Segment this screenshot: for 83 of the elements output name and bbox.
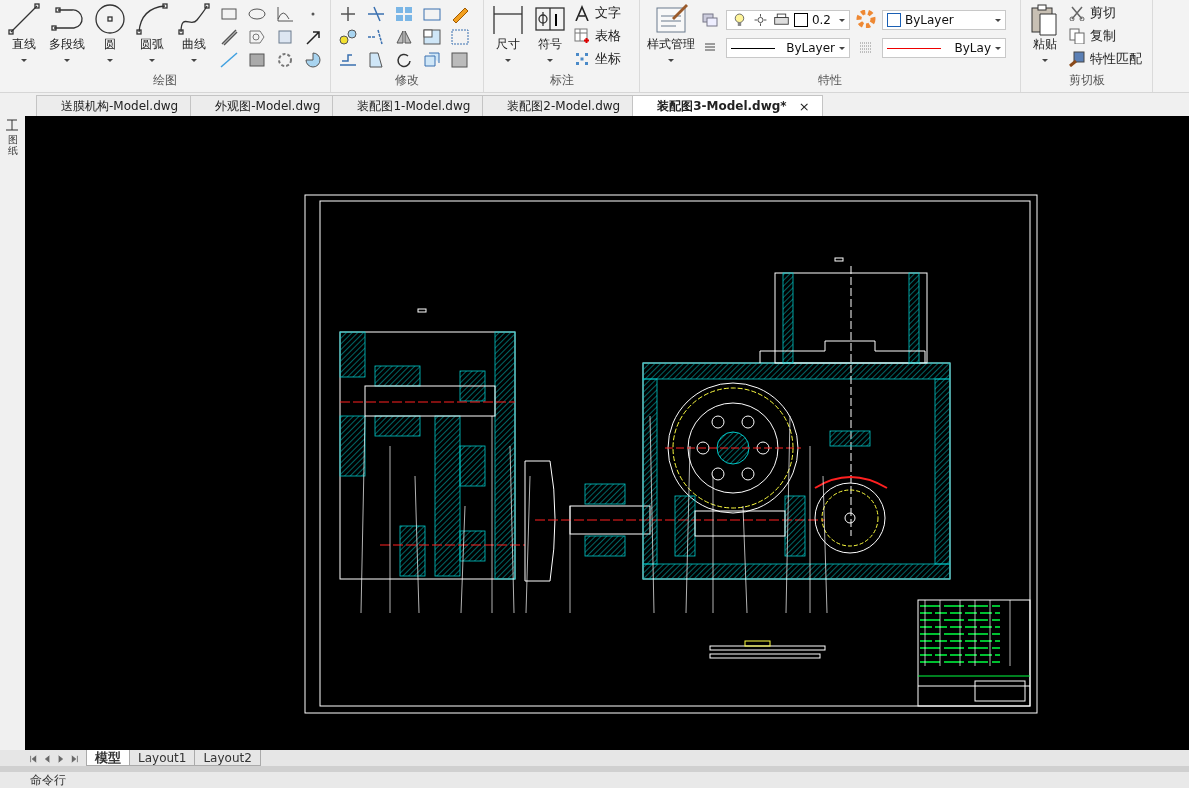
layer-name: 0.2 — [811, 13, 831, 27]
letter-icon — [574, 5, 590, 21]
tool-button[interactable]: 多段线 — [46, 2, 88, 62]
line-sample — [887, 47, 941, 49]
linetype-dropdown[interactable]: ByLayer — [726, 38, 850, 58]
tool-button[interactable]: 圆 — [90, 2, 130, 62]
point-icon — [311, 12, 315, 16]
dashed-square-icon — [450, 28, 470, 46]
scissors-icon — [1069, 5, 1085, 21]
tool-button[interactable]: 曲线 — [174, 2, 214, 62]
trim-icon — [366, 5, 386, 23]
tool-button[interactable]: 尺寸 — [488, 2, 528, 62]
move-icon — [338, 5, 358, 23]
spline-icon — [177, 2, 211, 36]
line-sample — [731, 47, 775, 49]
group-label: 标注 — [548, 72, 575, 89]
group-label: 绘图 — [152, 72, 178, 89]
tool-button[interactable]: 圆弧 — [132, 2, 172, 62]
eraser-icon — [450, 5, 470, 23]
color-square — [887, 13, 901, 27]
tab-nav-icon[interactable] — [71, 754, 79, 764]
layer-color-square — [793, 13, 808, 27]
tool-button[interactable]: 符号 — [530, 2, 570, 62]
drawing-canvas[interactable] — [25, 116, 1189, 750]
linetype-value: ByLayer — [786, 41, 835, 55]
scale-icon — [422, 28, 442, 46]
offset-icon — [338, 51, 358, 69]
stretch-icon — [366, 51, 386, 69]
close-icon[interactable]: × — [798, 98, 810, 114]
group-label: 特性 — [817, 72, 843, 89]
region-icon — [247, 28, 267, 46]
sector-icon — [303, 51, 323, 69]
array-icon — [394, 5, 414, 23]
document-tab[interactable]: 送膜机构-Model.dwg — [36, 95, 192, 116]
hatch-icon — [247, 51, 267, 69]
tool-button[interactable]: 特性匹配 — [1067, 49, 1144, 69]
document-tab[interactable]: 装配图1-Model.dwg — [332, 95, 484, 116]
rectangle-icon — [219, 5, 239, 23]
color-wheel-icon — [856, 10, 876, 28]
document-tab[interactable]: 外观图-Model.dwg — [190, 95, 334, 116]
color-value: ByLayer — [905, 13, 954, 27]
tab-nav-icon[interactable] — [29, 754, 37, 764]
ellipse-icon — [247, 5, 267, 23]
layer-dropdown[interactable]: 0.2 — [726, 10, 850, 30]
layout-tab[interactable]: Layout1 — [129, 750, 196, 766]
tool-button[interactable]: 直线 — [4, 2, 44, 62]
lineweight-value: ByLay — [954, 41, 991, 55]
graph-icon — [275, 5, 295, 23]
table-icon — [574, 28, 590, 44]
solids-icon — [422, 51, 442, 69]
rotate-icon — [394, 51, 414, 69]
circle-icon — [93, 2, 127, 36]
tool-button[interactable]: 粘贴 — [1025, 2, 1065, 62]
brush-icon — [1069, 51, 1085, 67]
construction-line-icon — [219, 51, 239, 69]
frame-icon — [422, 5, 442, 23]
arc-icon — [135, 2, 169, 36]
tool-button[interactable]: 坐标 — [572, 49, 623, 69]
group-label: 剪切板 — [1067, 72, 1106, 89]
copy-icon — [1069, 28, 1085, 44]
tool-button[interactable]: 样式管理 — [644, 2, 698, 62]
mirror-icon — [394, 28, 414, 46]
command-line-label: 命令行 — [30, 771, 66, 788]
sheet-label[interactable]: 图纸 — [7, 134, 18, 156]
layout-tab[interactable]: Layout2 — [194, 750, 261, 766]
group-label: 修改 — [394, 72, 420, 89]
document-tab[interactable]: 装配图2-Model.dwg — [482, 95, 634, 116]
line-icon — [7, 2, 41, 36]
layers-icon — [700, 10, 720, 28]
color-dropdown[interactable]: ByLayer — [882, 10, 1006, 30]
tool-button[interactable]: 复制 — [1067, 26, 1144, 46]
copy-objects-icon — [338, 28, 358, 46]
block-icon — [275, 28, 295, 46]
coordinate-icon — [574, 51, 590, 67]
hatch-edit-icon — [450, 51, 470, 69]
tool-button[interactable]: 文字 — [572, 3, 623, 23]
double-line-icon — [219, 28, 239, 46]
tool-button[interactable]: 表格 — [572, 26, 623, 46]
layout-tab[interactable]: 模型 — [86, 750, 130, 766]
extend-icon — [366, 28, 386, 46]
lineweight-dropdown[interactable]: ByLay — [882, 38, 1006, 58]
document-tab[interactable]: 装配图3-Model.dwg* × — [632, 95, 823, 116]
tool-button[interactable]: 剪切 — [1067, 3, 1144, 23]
